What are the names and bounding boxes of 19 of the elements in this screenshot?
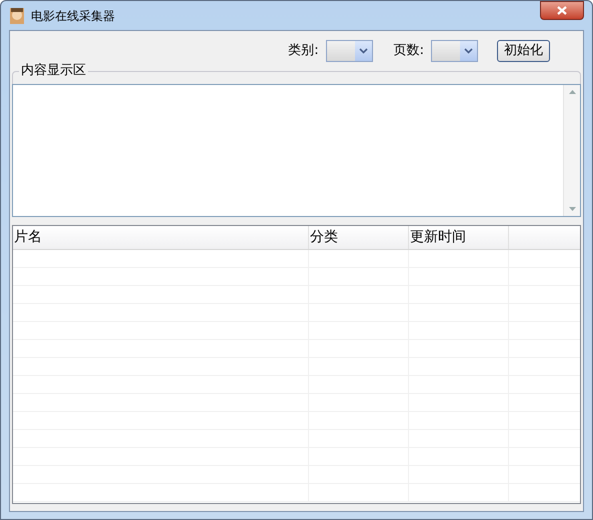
- pages-dropdown[interactable]: [431, 40, 478, 62]
- scroll-up-icon[interactable]: [568, 90, 576, 94]
- scrollbar[interactable]: [563, 85, 580, 216]
- column-header[interactable]: 片名: [13, 226, 309, 249]
- pages-label: 页数:: [394, 42, 424, 60]
- category-dropdown[interactable]: [326, 40, 373, 62]
- close-button[interactable]: [540, 1, 584, 20]
- column-header[interactable]: 更新时间: [409, 226, 509, 249]
- chevron-down-icon: [464, 48, 473, 54]
- close-icon: [557, 6, 567, 15]
- scroll-down-icon[interactable]: [568, 207, 576, 211]
- window-title: 电影在线采集器: [31, 8, 115, 24]
- chevron-down-icon: [358, 48, 368, 54]
- app-icon: [9, 6, 25, 24]
- content-text-area[interactable]: [12, 84, 581, 217]
- group-title: 内容显示区: [19, 63, 88, 79]
- column-header[interactable]: 分类: [309, 226, 409, 249]
- init-button[interactable]: 初始化: [497, 40, 550, 62]
- category-label: 类别:: [288, 42, 319, 60]
